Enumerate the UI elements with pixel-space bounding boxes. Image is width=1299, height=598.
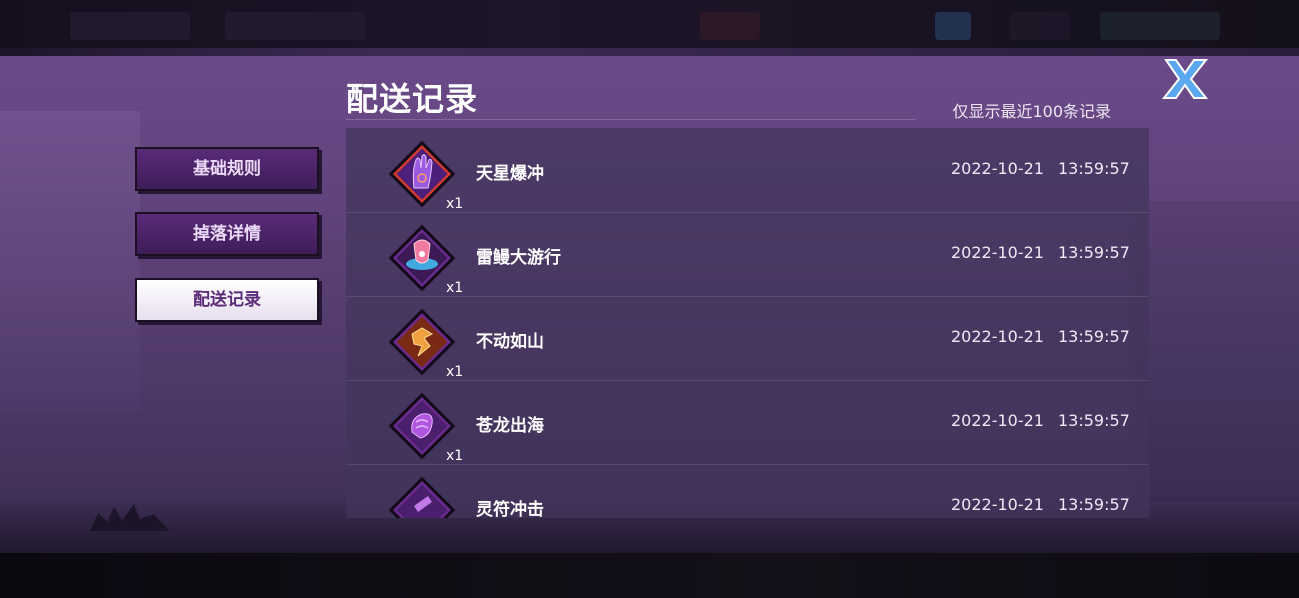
item-quantity: x1 — [446, 448, 464, 464]
record-time: 13:59:57 — [1058, 327, 1130, 346]
item-quantity: x1 — [446, 364, 464, 380]
tab-basic-rules[interactable]: 基础规则 — [135, 147, 319, 191]
title-divider — [346, 119, 916, 120]
item-name: 灵符冲击 — [476, 500, 544, 518]
background-building — [1129, 201, 1299, 501]
close-button[interactable] — [1160, 56, 1210, 102]
record-date: 2022-10-21 — [951, 495, 1044, 514]
item-name: 苍龙出海 — [476, 416, 544, 436]
close-icon — [1161, 59, 1209, 99]
record-time: 13:59:57 — [1058, 495, 1130, 514]
list-item: x1 天星爆冲 2022-10-21 13:59:57 — [346, 128, 1149, 213]
panel-top-strip — [0, 48, 1299, 56]
background-building — [0, 111, 140, 411]
record-list[interactable]: x1 天星爆冲 2022-10-21 13:59:57 x1 雷鳗大游行 202… — [346, 128, 1149, 518]
item-name: 不动如山 — [476, 332, 544, 352]
item-quantity: x1 — [446, 196, 464, 212]
talisman-icon — [384, 472, 460, 518]
list-item: 灵符冲击 2022-10-21 13:59:57 — [346, 464, 1149, 518]
tab-drop-details[interactable]: 掉落详情 — [135, 212, 319, 256]
item-name: 天星爆冲 — [476, 164, 544, 184]
record-time: 13:59:57 — [1058, 159, 1130, 178]
list-item: x1 雷鳗大游行 2022-10-21 13:59:57 — [346, 212, 1149, 297]
top-resource-bar — [0, 0, 1299, 50]
page-title: 配送记录 — [346, 80, 479, 118]
record-date: 2022-10-21 — [951, 243, 1044, 262]
list-item: x1 不动如山 2022-10-21 13:59:57 — [346, 296, 1149, 381]
tab-delivery-records[interactable]: 配送记录 — [135, 278, 319, 322]
item-name: 雷鳗大游行 — [476, 248, 561, 268]
bottom-bar — [0, 548, 1299, 598]
record-time: 13:59:57 — [1058, 243, 1130, 262]
item-quantity: x1 — [446, 280, 464, 296]
record-limit-note: 仅显示最近100条记录 — [952, 102, 1111, 121]
record-date: 2022-10-21 — [951, 327, 1044, 346]
record-date: 2022-10-21 — [951, 411, 1044, 430]
record-time: 13:59:57 — [1058, 411, 1130, 430]
list-item: x1 苍龙出海 2022-10-21 13:59:57 — [346, 380, 1149, 465]
record-date: 2022-10-21 — [951, 159, 1044, 178]
